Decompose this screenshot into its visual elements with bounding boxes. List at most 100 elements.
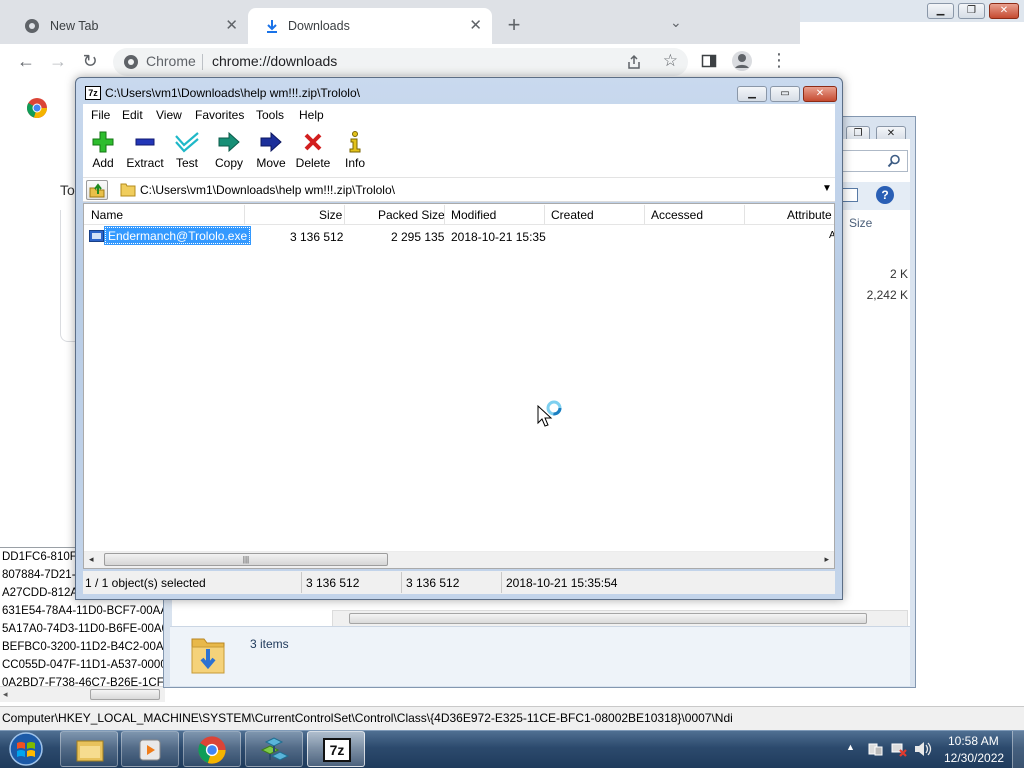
add-button[interactable]: Add [83, 130, 123, 174]
folder-up-button[interactable] [86, 180, 108, 200]
sevenzip-app-icon: 7z [85, 86, 101, 100]
explorer-horizontal-scrollbar[interactable] [332, 610, 908, 627]
checkmark-icon [175, 132, 199, 153]
tab-new-tab[interactable]: New Tab ✕ [4, 8, 248, 44]
close-icon[interactable]: ✕ [469, 8, 482, 44]
registry-status-path: Computer\HKEY_LOCAL_MACHINE\SYSTEM\Curre… [0, 706, 1024, 730]
tray-expand-icon[interactable]: ▲ [846, 742, 855, 752]
start-button-windows-icon[interactable] [6, 732, 46, 766]
registry-key[interactable]: CC055D-047F-11D1-A537-0000 [0, 656, 164, 674]
side-panel-icon[interactable] [701, 53, 717, 69]
tab-label: Downloads [288, 19, 350, 33]
move-label: Move [256, 156, 286, 170]
copy-label: Copy [214, 156, 243, 170]
menu-help[interactable]: Help [299, 108, 324, 122]
menu-tools[interactable]: Tools [256, 108, 284, 122]
tab-downloads[interactable]: Downloads ✕ [248, 8, 492, 44]
menu-file[interactable]: File [91, 108, 110, 122]
path-dropdown-icon[interactable]: ▼ [822, 183, 832, 194]
omnibox-separator [202, 54, 203, 70]
close-icon[interactable]: ✕ [225, 8, 238, 44]
sevenzip-maximize-button[interactable]: ▭ [770, 86, 800, 102]
scrollbar-thumb[interactable]: ||| [104, 553, 388, 566]
column-divider[interactable] [444, 205, 445, 224]
tab-search-icon[interactable]: ⌄ [670, 14, 682, 31]
column-divider[interactable] [544, 205, 545, 224]
bookmark-star-icon[interactable]: ☆ [663, 51, 678, 71]
network-disconnected-icon[interactable] [891, 741, 907, 757]
volume-icon[interactable] [914, 741, 932, 757]
menu-edit[interactable]: Edit [122, 108, 143, 122]
registry-key[interactable]: 5A17A0-74D3-11D0-B6FE-00A0 [0, 620, 164, 638]
taskbar-registry-editor[interactable] [245, 731, 303, 767]
file-list [83, 203, 835, 569]
menu-view[interactable]: View [156, 108, 182, 122]
clock-date[interactable]: 12/30/2022 [944, 751, 1004, 765]
chrome-logo-icon [198, 736, 226, 764]
column-attributes[interactable]: Attribute [787, 208, 834, 222]
forward-arrow-icon[interactable]: → [46, 50, 70, 74]
explorer-toolbar: ? [836, 182, 910, 210]
column-created[interactable]: Created [551, 208, 594, 222]
column-divider[interactable] [244, 205, 245, 224]
sevenzip-window-title: C:\Users\vm1\Downloads\help wm!!!.zip\Tr… [105, 86, 360, 100]
sevenzip-app-icon: 7z [323, 738, 351, 762]
status-modified: 2018-10-21 15:35:54 [506, 576, 618, 590]
registry-minimize-button[interactable]: ▁ [927, 3, 954, 19]
status-divider [301, 572, 302, 593]
explorer-item-count: 3 items [250, 637, 289, 651]
new-tab-button[interactable]: + [502, 12, 526, 40]
column-divider[interactable] [744, 205, 745, 224]
taskbar-7zip[interactable]: 7z [307, 731, 365, 767]
scroll-right-icon[interactable]: ▸ [824, 554, 829, 565]
registry-key[interactable]: BEFBC0-3200-11D2-B4C2-00A0 [0, 638, 164, 656]
sevenzip-close-button[interactable]: ✕ [803, 86, 837, 102]
registry-close-button[interactable]: ✕ [989, 3, 1019, 19]
column-name[interactable]: Name [91, 208, 123, 222]
path-text[interactable]: C:\Users\vm1\Downloads\help wm!!!.zip\Tr… [140, 183, 395, 197]
action-center-flag-icon[interactable] [867, 741, 883, 757]
taskbar-file-explorer[interactable] [60, 731, 118, 767]
omnibox[interactable]: ☆ [113, 48, 688, 76]
column-modified[interactable]: Modified [451, 208, 496, 222]
extract-button[interactable]: Extract [125, 130, 165, 174]
chrome-menu-icon[interactable]: ⋮ [770, 50, 788, 71]
chrome-tabstrip: New Tab ✕ Downloads ✕ + ⌄ [0, 0, 800, 44]
registry-editor-icon [260, 737, 290, 761]
move-arrow-icon [260, 131, 282, 153]
delete-label: Delete [295, 156, 331, 170]
reload-icon[interactable]: ↻ [78, 50, 102, 74]
clock-time[interactable]: 10:58 AM [948, 734, 999, 748]
registry-titlebar: ▁ ❐ ✕ [800, 0, 1024, 22]
column-accessed[interactable]: Accessed [651, 208, 703, 222]
taskbar-chrome[interactable] [183, 731, 241, 767]
column-size[interactable]: Size [319, 208, 342, 222]
column-divider[interactable] [344, 205, 345, 224]
preview-pane-icon[interactable] [842, 188, 858, 202]
copy-button[interactable]: Copy [209, 130, 249, 174]
scroll-left-icon[interactable]: ◂ [89, 554, 94, 565]
move-button[interactable]: Move [251, 130, 291, 174]
explorer-size-column-header[interactable]: Size [849, 216, 872, 230]
omnibox-url[interactable]: chrome://downloads [212, 53, 337, 69]
column-packed-size[interactable]: Packed Size [378, 208, 445, 222]
extract-label: Extract [126, 156, 164, 170]
share-icon[interactable] [626, 54, 642, 70]
info-button[interactable]: Info [335, 130, 375, 174]
file-name-cell[interactable]: Endermanch@Trololo.exe [103, 226, 252, 245]
column-divider[interactable] [644, 205, 645, 224]
registry-tree-scrollbar[interactable]: ◂ [0, 686, 165, 702]
registry-maximize-button[interactable]: ❐ [958, 3, 985, 19]
back-arrow-icon[interactable]: ← [14, 50, 38, 74]
delete-button[interactable]: Delete [293, 130, 333, 174]
show-desktop-button[interactable] [1012, 731, 1024, 768]
copy-arrow-icon [218, 131, 240, 153]
test-button[interactable]: Test [167, 130, 207, 174]
sevenzip-minimize-button[interactable]: ▁ [737, 86, 767, 102]
registry-key[interactable]: 631E54-78A4-11D0-BCF7-00AA [0, 602, 164, 620]
menu-favorites[interactable]: Favorites [195, 108, 244, 122]
help-icon[interactable]: ? [876, 186, 894, 204]
chrome-site-icon [124, 55, 138, 69]
taskbar-media-player[interactable] [121, 731, 179, 767]
profile-avatar-icon[interactable] [731, 50, 753, 72]
